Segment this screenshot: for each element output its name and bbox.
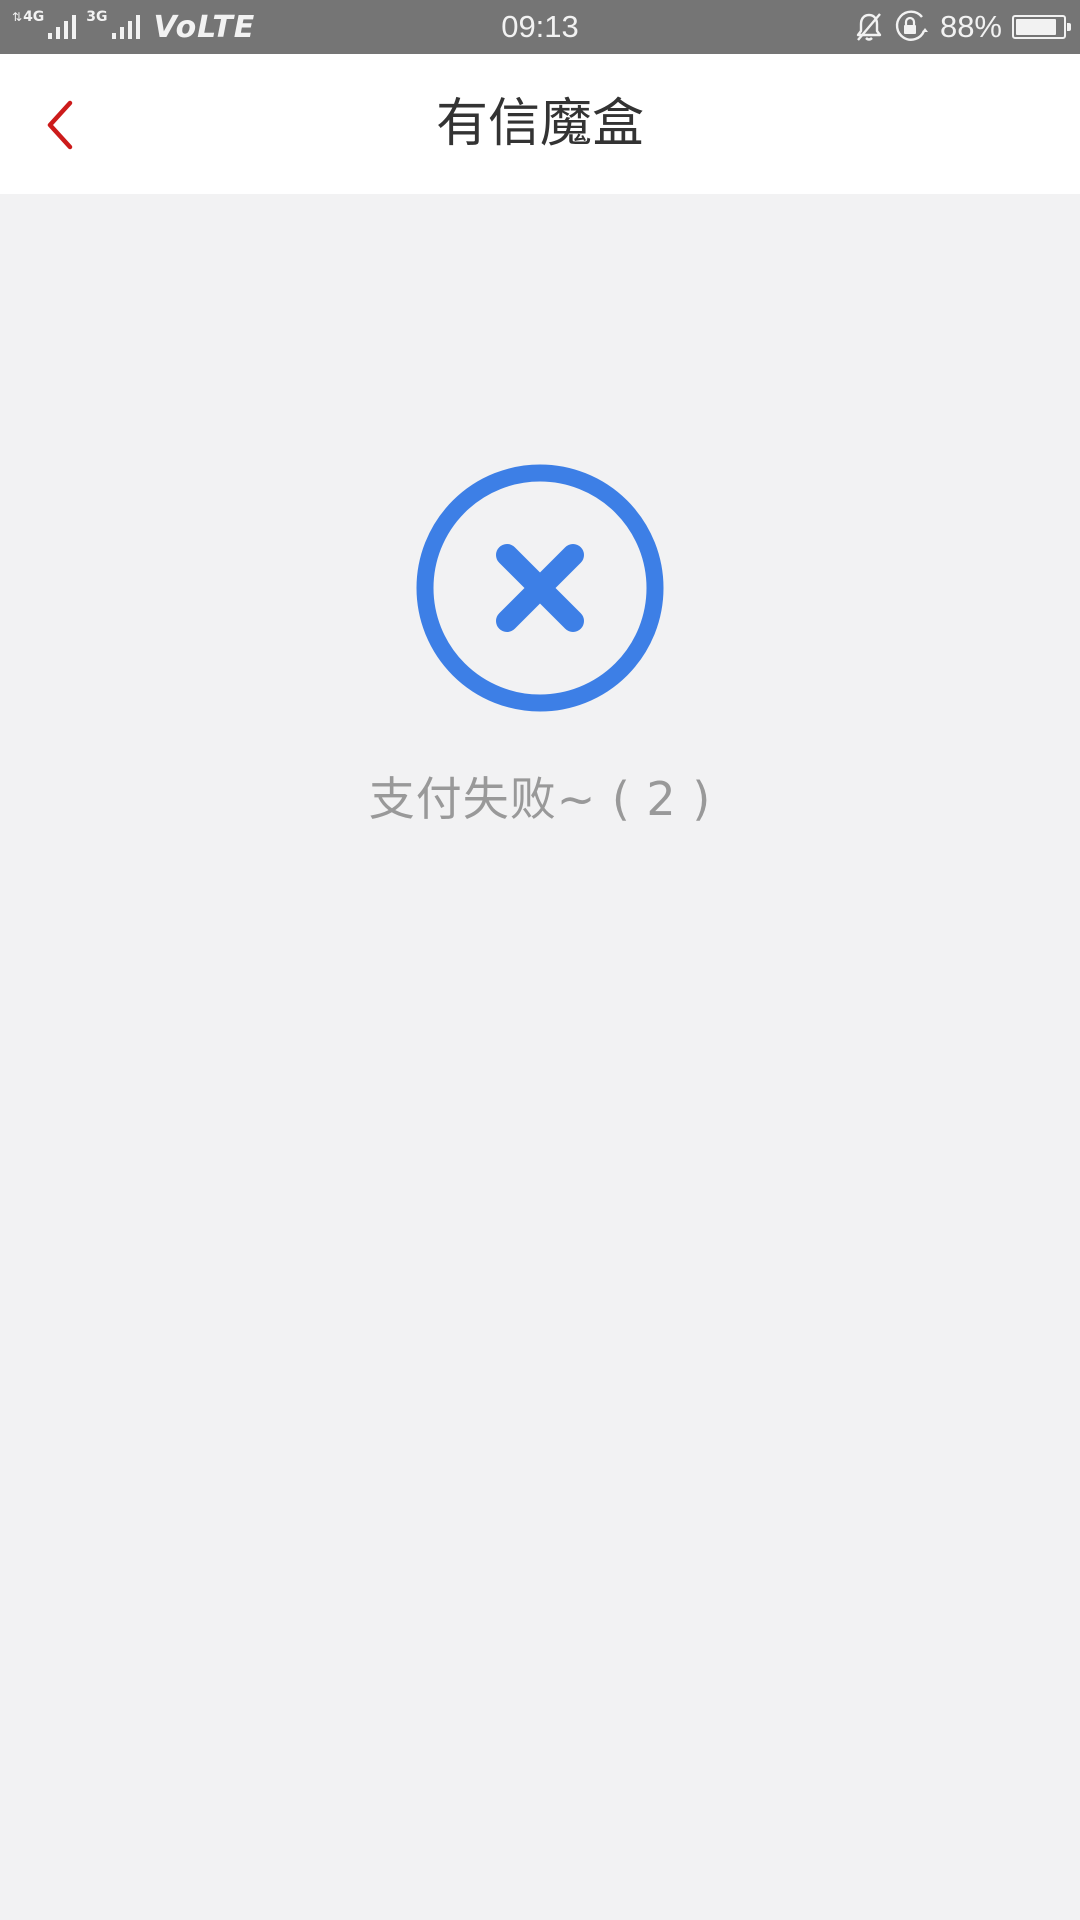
battery-percent: 88% [939,9,1002,44]
nav-bar: 有信魔盒 [0,54,1080,194]
mute-icon [856,13,882,41]
close-circle-icon [416,464,664,712]
page-title: 有信魔盒 [435,94,644,154]
status-bar: ⇅ 4G 3G VoLTE 09:13 88% [0,0,1080,54]
status-right: 88% [852,0,1071,54]
battery-icon [1012,15,1071,39]
back-button[interactable] [28,90,92,160]
rotation-lock-icon [895,10,928,41]
battery-fill [1016,19,1057,35]
chevron-left-icon [47,100,73,150]
battery-nub [1067,23,1071,31]
payment-result: 支付失败~ ( 2 ) [0,463,1080,826]
payment-failed-message: 支付失败~ ( 2 ) [368,772,712,826]
